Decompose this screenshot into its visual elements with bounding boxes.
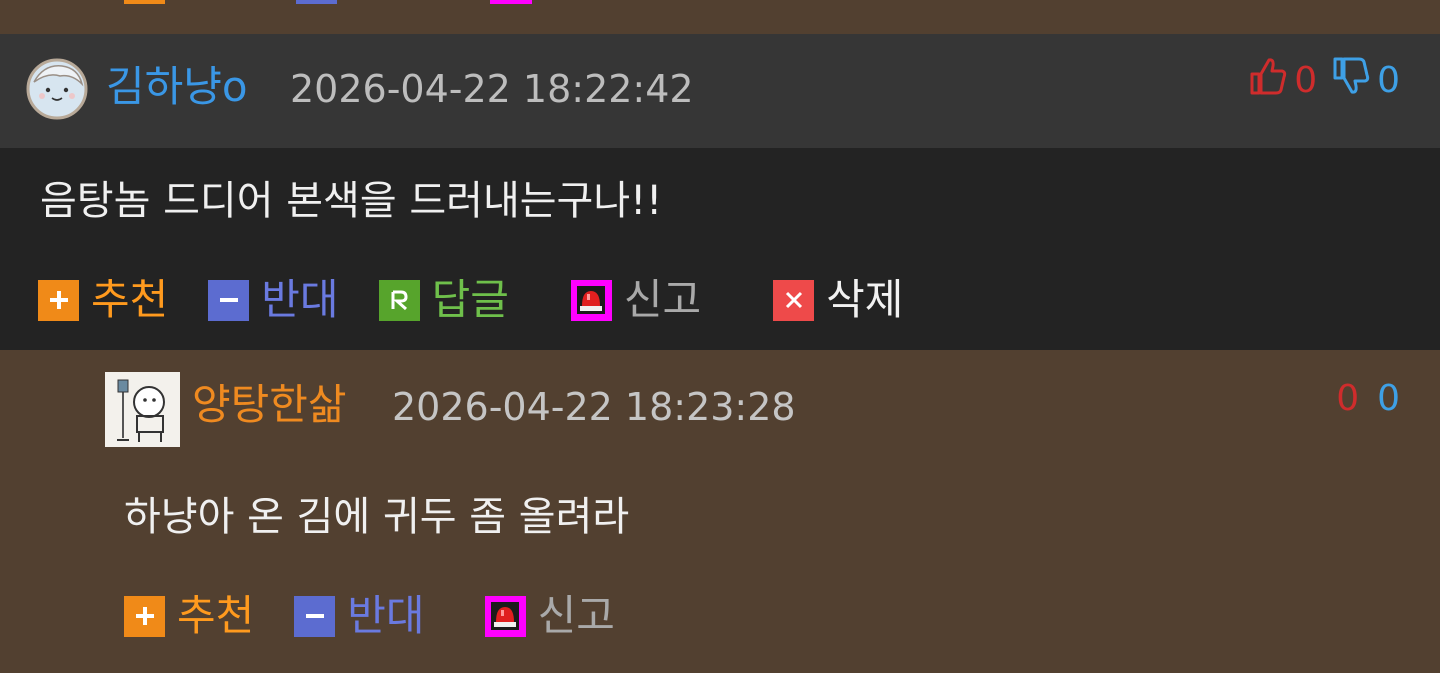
author-nickname[interactable]: 김하냥o — [106, 58, 248, 116]
previous-comment-remnant — [0, 0, 1440, 34]
recommend-icon-partial — [124, 0, 165, 4]
siren-icon — [570, 279, 612, 321]
avatar[interactable] — [105, 372, 180, 447]
vote-summary: 0 0 — [1336, 376, 1400, 420]
plus-icon — [124, 595, 165, 637]
comment-actions: 추천 반대 신고 — [124, 588, 615, 644]
comment-text: 하냥아 온 김에 귀두 좀 올려라 — [124, 494, 630, 540]
vote-summary: 0 0 — [1248, 56, 1400, 105]
down-count: 0 — [1377, 377, 1400, 419]
up-count: 0 — [1294, 59, 1318, 101]
recommend-button[interactable]: 추천 — [124, 588, 254, 644]
oppose-button[interactable]: 반대 — [208, 272, 339, 328]
reply-r-icon — [378, 279, 420, 321]
recommend-button[interactable]: 추천 — [38, 272, 168, 328]
avatar[interactable] — [24, 58, 90, 120]
recommend-label: 추천 — [91, 275, 169, 324]
thumbs-down-icon — [1331, 56, 1371, 105]
report-label: 신고 — [623, 275, 702, 324]
thumbs-up-icon — [1248, 56, 1288, 105]
comment-datetime: 2026-04-22 18:22:42 — [290, 67, 694, 111]
report-label: 신고 — [537, 591, 615, 640]
reply-button[interactable]: 답글 — [378, 272, 509, 328]
delete-label: 삭제 — [826, 275, 904, 324]
comment-actions: 추천 반대 답글 신고 삭제 — [38, 272, 903, 328]
reply-label: 답글 — [431, 275, 509, 324]
siren-icon — [484, 595, 526, 637]
down-count: 0 — [1377, 59, 1400, 101]
report-icon-partial — [490, 0, 532, 4]
comment-text: 음탕놈 드디어 본색을 드러내는구나!! — [40, 178, 663, 224]
report-button[interactable]: 신고 — [570, 272, 702, 328]
oppose-label: 반대 — [347, 591, 425, 640]
plus-icon — [38, 279, 79, 321]
up-count: 0 — [1336, 377, 1360, 419]
delete-button[interactable]: 삭제 — [773, 272, 903, 328]
close-icon — [773, 279, 815, 321]
oppose-icon-partial — [296, 0, 337, 4]
oppose-button[interactable]: 반대 — [294, 588, 425, 644]
oppose-label: 반대 — [261, 275, 339, 324]
comment-datetime: 2026-04-22 18:23:28 — [392, 385, 796, 429]
report-button[interactable]: 신고 — [484, 588, 615, 644]
author-nickname[interactable]: 양탕한삶 — [192, 376, 347, 434]
minus-icon — [294, 595, 336, 637]
minus-icon — [208, 279, 250, 321]
recommend-label: 추천 — [177, 591, 255, 640]
